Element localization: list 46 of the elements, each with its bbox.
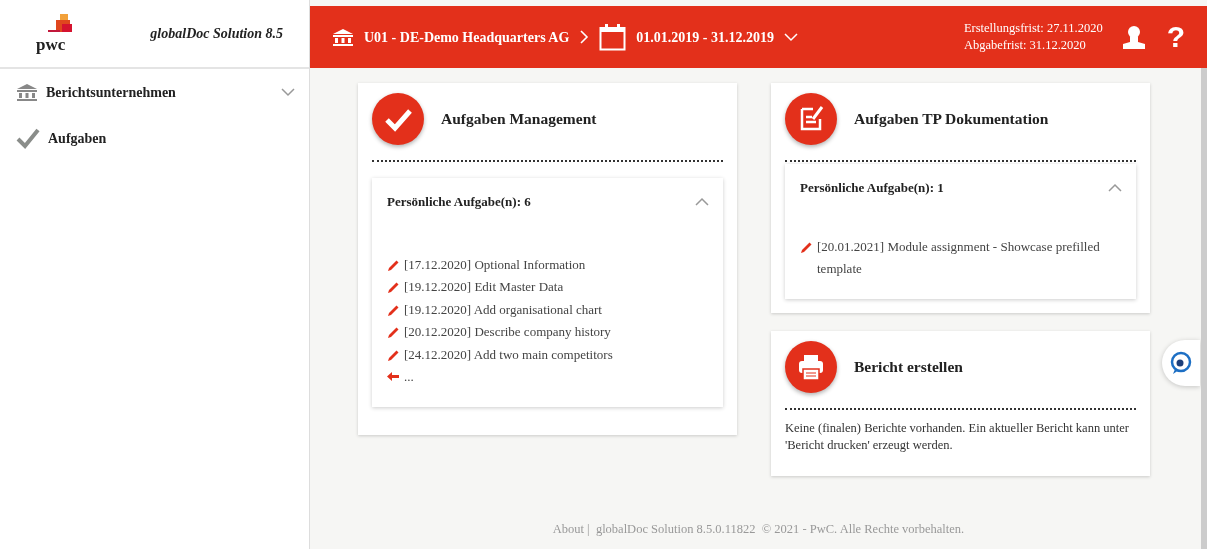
arrow-left-icon (387, 371, 400, 383)
task-link[interactable]: [20.12.2020] Describe company history (404, 321, 611, 344)
card-title: Aufgaben TP Dokumentation (854, 109, 1049, 130)
company-selector[interactable]: U01 - DE-Demo Headquarters AG (364, 26, 570, 48)
more-link[interactable]: ... (404, 366, 414, 390)
printer-icon (785, 340, 837, 393)
pencil-icon (387, 348, 400, 362)
deadline-text: Erstellungsfrist: 27.11.2020 (963, 20, 1103, 37)
chat-button[interactable] (1162, 340, 1200, 386)
card-title: Bericht erstellen (854, 357, 963, 378)
pencil-icon (387, 281, 400, 295)
separator-text: | (586, 522, 591, 537)
chevron-right-icon (579, 30, 590, 44)
task-link[interactable]: [17.12.2020] Optional Information (404, 253, 586, 277)
help-button[interactable]: ? (1166, 22, 1185, 52)
bank-icon (332, 28, 354, 46)
chat-bubble-icon (1169, 351, 1193, 375)
check-icon (16, 127, 40, 149)
pwc-logo: pwc (36, 14, 76, 53)
task-link[interactable]: [24.12.2020] Add two main competitors (404, 343, 613, 367)
deadline-text: Abgabefrist: 31.12.2020 (963, 37, 1087, 54)
sidebar-item[interactable]: Aufgaben (0, 115, 309, 161)
scrollbar[interactable] (1201, 68, 1207, 549)
task-link[interactable]: [19.12.2020] Add organisational chart (404, 298, 602, 322)
pencil-icon (387, 258, 400, 272)
pencil-icon (800, 240, 813, 254)
period-selector[interactable]: 01.01.2019 - 31.12.2019 (636, 26, 774, 48)
report-message: Keine (finalen) Berichte vorhanden. Ein aktueller Bericht kann unter 'Bericht drucken' erzeugt werden. (785, 419, 1130, 454)
edit-document-icon (785, 93, 837, 145)
chevron-down-icon[interactable] (281, 87, 295, 97)
bank-icon (16, 83, 38, 101)
task-link[interactable]: [19.12.2020] Edit Master Data (404, 276, 564, 299)
pencil-icon (387, 326, 400, 340)
sidebar-item[interactable]: Berichtsunternehmen (0, 69, 309, 115)
chevron-up-icon[interactable] (1108, 183, 1122, 193)
product-name: globalDoc Solution 8.5 (150, 25, 283, 43)
panel-heading: Persönliche Aufgabe(n): 6 (387, 193, 531, 211)
panel-heading: Persönliche Aufgabe(n): 1 (800, 179, 944, 197)
copyright-text: globalDoc Solution 8.5.0.11822 © 2021 - PwC. Alle Rechte vorbehalten. (595, 522, 965, 537)
calendar-icon (599, 23, 627, 51)
task-link[interactable]: [20.01.2021] Module assignment - Showcase prefilled template (817, 235, 1122, 281)
check-icon (372, 93, 424, 145)
chevron-up-icon[interactable] (695, 197, 709, 207)
card-title: Aufgaben Management (441, 109, 597, 130)
user-icon[interactable] (1120, 24, 1147, 50)
pencil-icon (387, 303, 400, 317)
